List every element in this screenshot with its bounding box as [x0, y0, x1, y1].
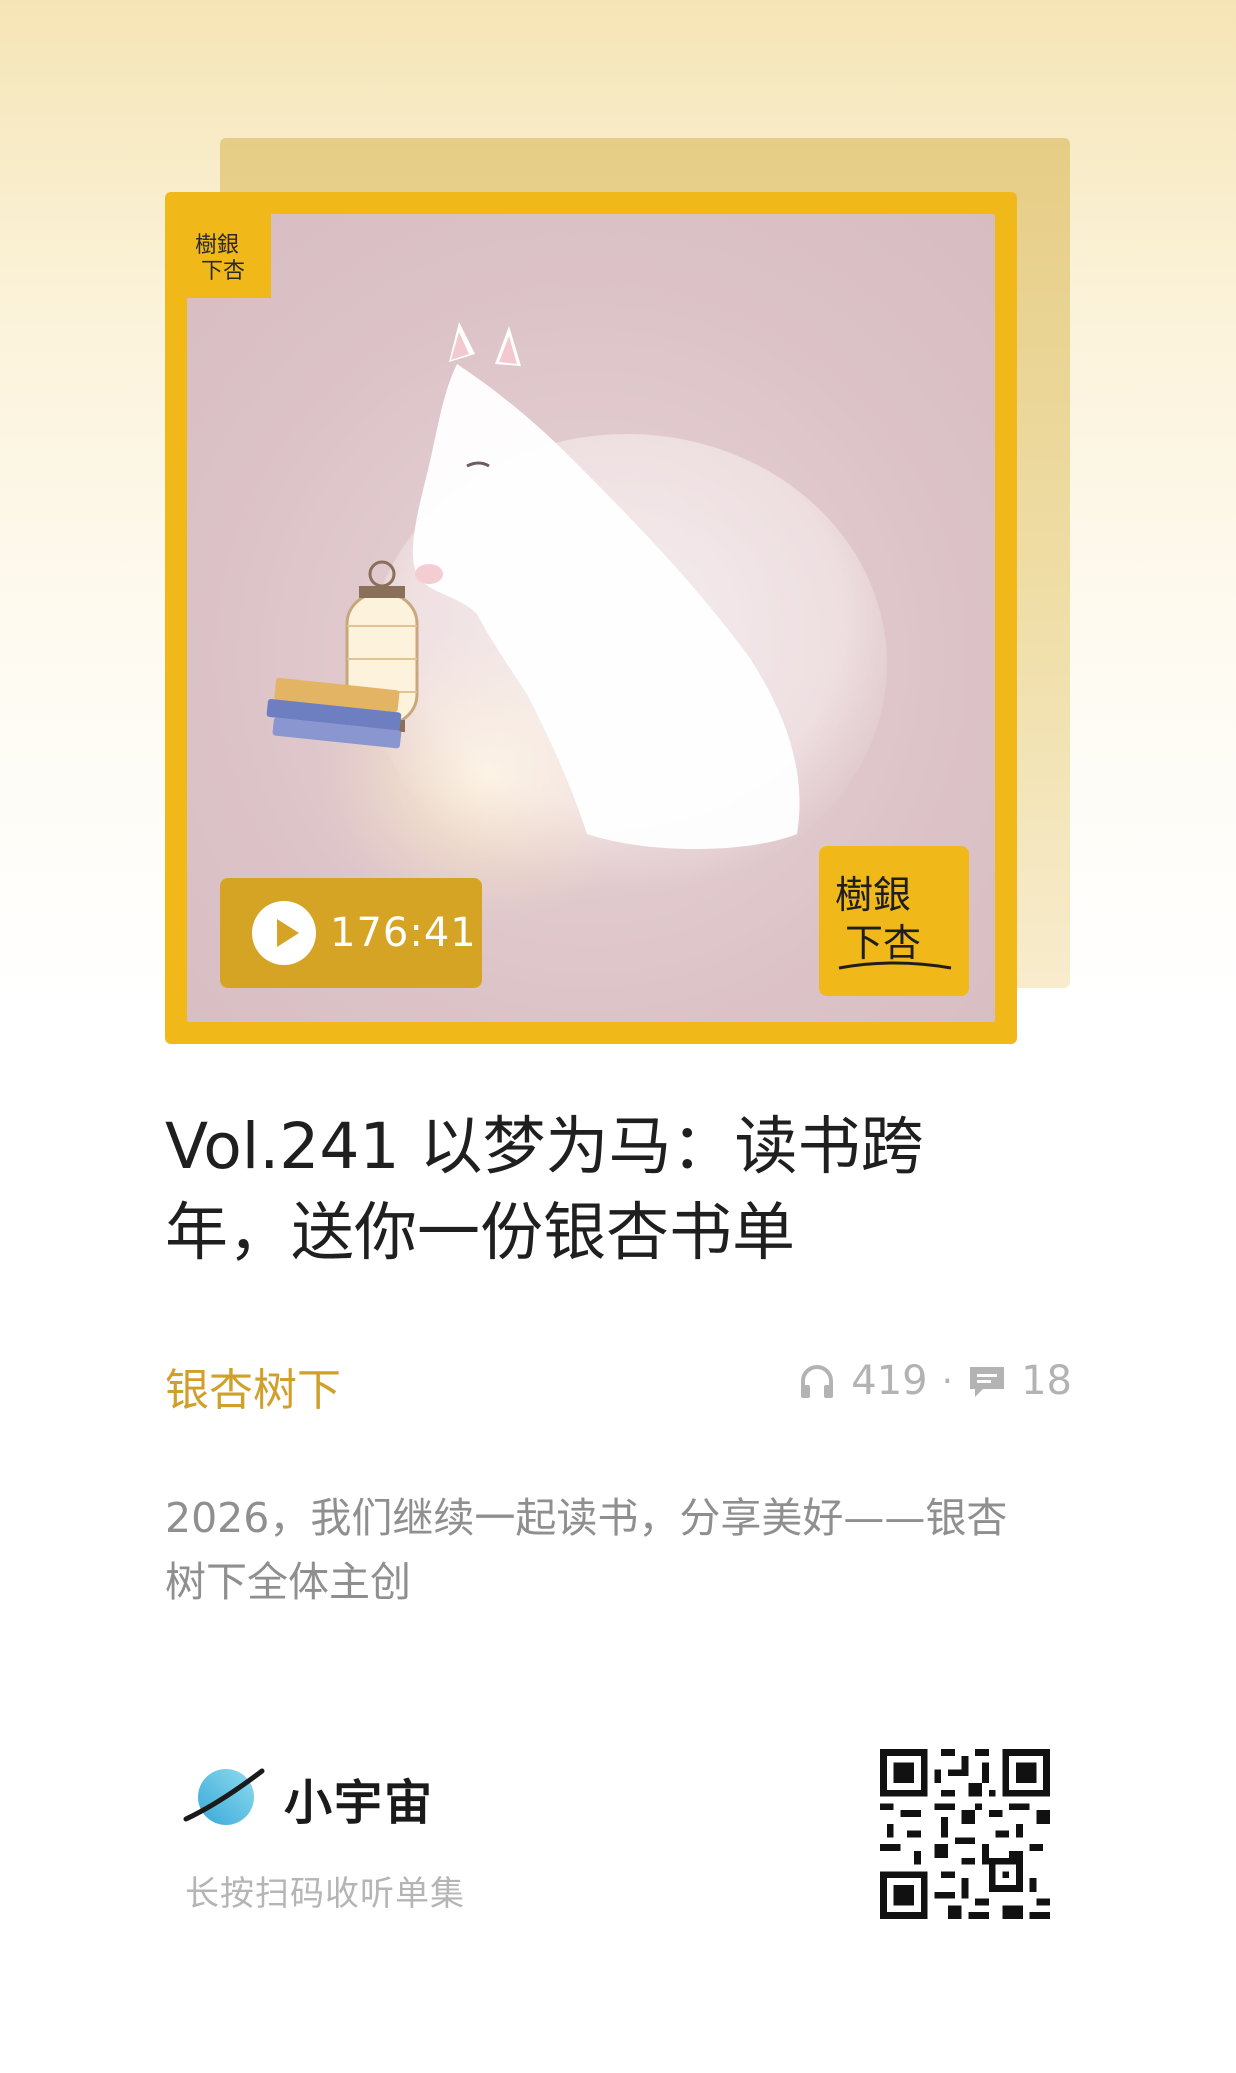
planet-icon — [183, 1768, 265, 1825]
svg-text:樹銀: 樹銀 — [195, 233, 239, 258]
podcast-logo-small: 樹銀 下杏 — [187, 214, 271, 298]
svg-text:下杏: 下杏 — [201, 259, 245, 284]
cover-artwork: 樹銀 下杏 176:41 樹銀 下杏 — [187, 214, 995, 1022]
episode-cover[interactable]: 樹銀 下杏 176:41 樹銀 下杏 — [165, 192, 1017, 1044]
comment-count: 18 — [1021, 1358, 1072, 1404]
episode-duration: 176:41 — [330, 910, 477, 956]
podcast-logo-large: 樹銀 下杏 — [819, 846, 969, 996]
play-count: 419 — [851, 1358, 928, 1404]
play-button[interactable]: 176:41 — [220, 878, 482, 988]
svg-text:樹銀: 樹銀 — [835, 873, 911, 917]
qr-code[interactable] — [880, 1749, 1050, 1919]
separator-dot: · — [941, 1360, 954, 1402]
play-icon — [252, 901, 316, 965]
scan-hint: 长按扫码收听单集 — [185, 1874, 465, 1914]
headphones-icon — [797, 1361, 837, 1401]
podcast-name-link[interactable]: 银杏树下 — [165, 1354, 341, 1418]
episode-title: Vol.241 以梦为马：读书跨年，送你一份银杏书单 — [165, 1110, 924, 1269]
comment-icon — [967, 1361, 1007, 1401]
xiaoyuzhou-brand: 小宇宙 — [180, 1763, 434, 1833]
episode-stats: 419 · 18 — [797, 1358, 1072, 1404]
brand-name: 小宇宙 — [284, 1775, 435, 1831]
svg-text:下杏: 下杏 — [845, 921, 921, 965]
episode-description: 2026，我们继续一起读书，分享美好——银杏树下全体主创 — [165, 1494, 1008, 1606]
